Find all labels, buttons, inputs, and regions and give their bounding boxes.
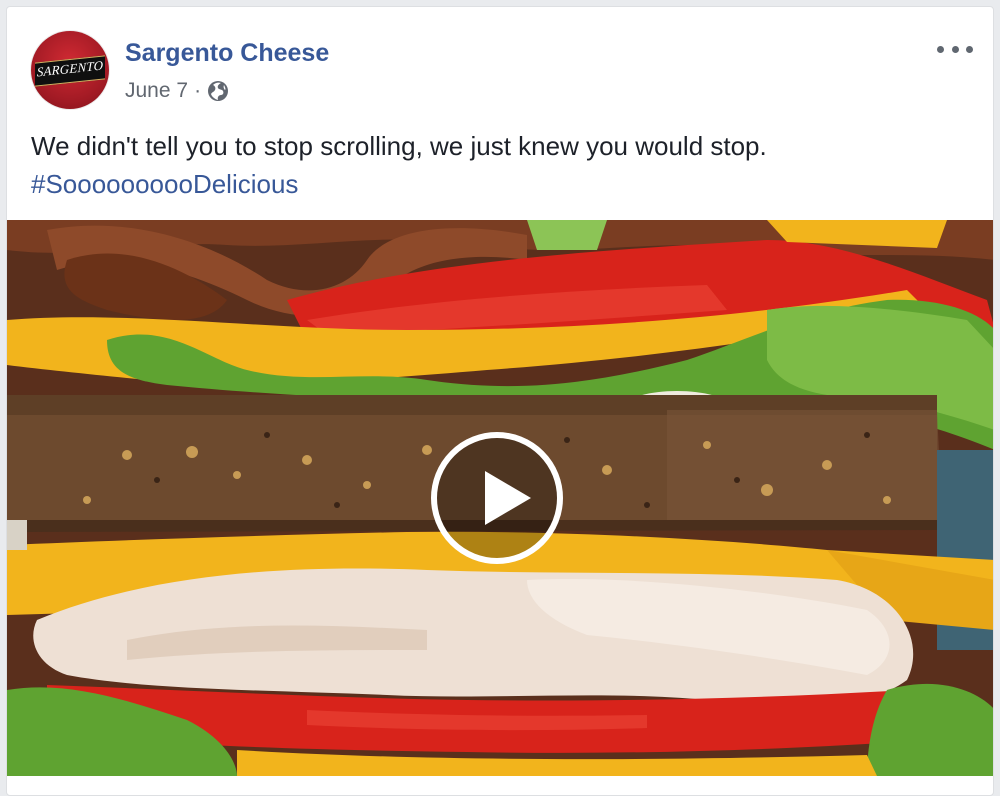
page-name-link[interactable]: Sargento Cheese [125,37,329,69]
play-icon[interactable] [431,432,563,564]
post-date[interactable]: June 7 [125,79,188,103]
post-header: SARGENTO Sargento Cheese June 7 · [7,7,993,117]
post-message: We didn't tell you to stop scrolling, we… [31,127,971,203]
post-card: SARGENTO Sargento Cheese June 7 · We did… [6,6,994,796]
play-triangle [485,471,531,525]
post-message-text: We didn't tell you to stop scrolling, we… [31,131,767,161]
video-player[interactable] [7,220,993,776]
page-avatar[interactable]: SARGENTO [31,31,109,109]
meta-separator: · [194,79,202,102]
globe-icon[interactable] [207,80,229,102]
hashtag-link[interactable]: #SoooooooooDelicious [31,165,971,203]
more-options-icon[interactable] [937,37,973,61]
post-meta: June 7 · [125,77,229,105]
